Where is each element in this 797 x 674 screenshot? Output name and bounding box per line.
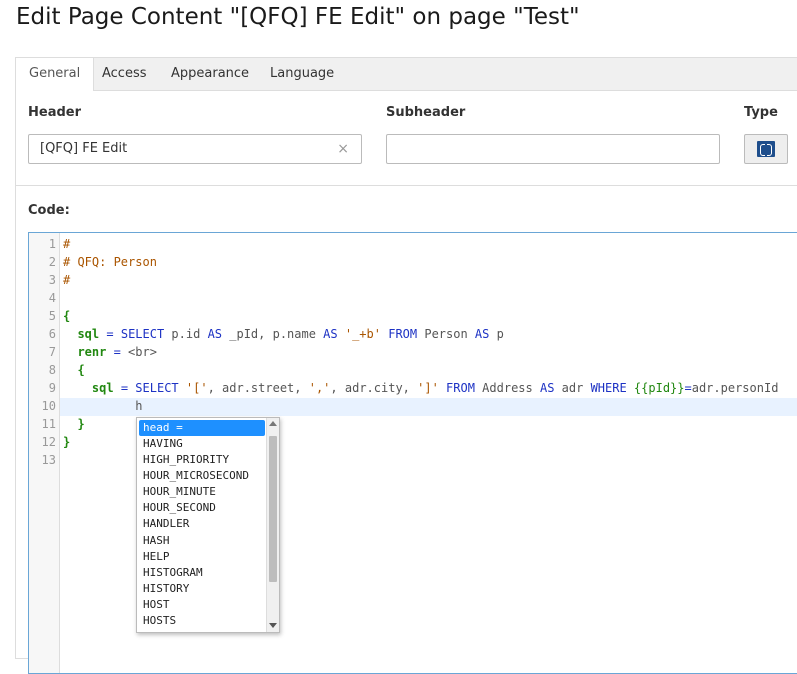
line-number: 2 bbox=[48, 255, 56, 269]
code-line[interactable]: # bbox=[63, 237, 70, 251]
line-number: 13 bbox=[41, 453, 56, 467]
page-title: Edit Page Content "[QFQ] FE Edit" on pag… bbox=[16, 4, 580, 30]
code-line[interactable]: renr = <br> bbox=[63, 345, 157, 359]
header-input-value: [QFQ] FE Edit bbox=[40, 141, 128, 156]
type-label: Type bbox=[744, 105, 778, 120]
line-number: 6 bbox=[48, 327, 56, 341]
line-number: 5 bbox=[48, 309, 56, 323]
line-number: 10 bbox=[41, 399, 56, 413]
line-number: 11 bbox=[41, 417, 56, 431]
autocomplete-item[interactable]: HOST bbox=[139, 597, 265, 613]
tab-general[interactable]: General bbox=[16, 58, 95, 91]
code-line[interactable]: sql = SELECT '[', adr.street, ',', adr.c… bbox=[63, 381, 779, 395]
autocomplete-item[interactable]: HOUR_MICROSECOND bbox=[139, 468, 265, 484]
active-line-highlight bbox=[60, 398, 797, 416]
scrollbar-thumb[interactable] bbox=[269, 436, 277, 582]
subheader-label: Subheader bbox=[386, 105, 466, 120]
line-number: 12 bbox=[41, 435, 56, 449]
type-select[interactable] bbox=[744, 134, 788, 164]
subheader-input[interactable] bbox=[386, 134, 720, 164]
autocomplete-item[interactable]: HOUR_SECOND bbox=[139, 500, 265, 516]
code-line[interactable]: # QFQ: Person bbox=[63, 255, 157, 269]
code-line[interactable]: # bbox=[63, 273, 70, 287]
scroll-down-icon[interactable] bbox=[269, 623, 277, 628]
autocomplete-scrollbar[interactable] bbox=[266, 418, 279, 632]
scroll-up-icon[interactable] bbox=[269, 421, 277, 426]
qfq-content-type-icon bbox=[757, 141, 775, 157]
tab-bar: General Access Appearance Language bbox=[16, 58, 797, 91]
autocomplete-item[interactable]: HASH bbox=[139, 533, 265, 549]
content-edit-panel: General Access Appearance Language Heade… bbox=[15, 57, 797, 674]
line-number: 7 bbox=[48, 345, 56, 359]
line-number: 9 bbox=[48, 381, 56, 395]
tab-language[interactable]: Language bbox=[257, 58, 347, 90]
divider bbox=[16, 185, 797, 186]
line-number: 8 bbox=[48, 363, 56, 377]
autocomplete-item[interactable]: HANDLER bbox=[139, 516, 265, 532]
code-label: Code: bbox=[28, 203, 70, 218]
code-line[interactable]: { bbox=[63, 309, 70, 323]
code-line[interactable]: sql = SELECT p.id AS _pId, p.name AS '_+… bbox=[63, 327, 503, 341]
code-line[interactable]: } bbox=[63, 435, 70, 449]
tab-appearance[interactable]: Appearance bbox=[158, 58, 262, 90]
line-number: 1 bbox=[48, 237, 56, 251]
autocomplete-item[interactable]: HOSTS bbox=[139, 613, 265, 629]
code-line[interactable]: } bbox=[63, 417, 84, 431]
autocomplete-item[interactable]: HOUR_MINUTE bbox=[139, 484, 265, 500]
tab-access[interactable]: Access bbox=[89, 58, 160, 90]
header-input[interactable]: [QFQ] FE Edit × bbox=[28, 134, 362, 164]
autocomplete-item[interactable]: HIGH_PRIORITY bbox=[139, 452, 265, 468]
autocomplete-dropdown[interactable]: head = HAVING HIGH_PRIORITY HOUR_MICROSE… bbox=[136, 417, 280, 633]
code-line[interactable]: h bbox=[63, 399, 142, 413]
autocomplete-item[interactable]: HISTORY bbox=[139, 581, 265, 597]
line-number: 3 bbox=[48, 273, 56, 287]
line-number: 4 bbox=[48, 291, 56, 305]
autocomplete-item-selected[interactable]: head = bbox=[139, 420, 265, 436]
autocomplete-item[interactable]: HAVING bbox=[139, 436, 265, 452]
header-label: Header bbox=[28, 105, 82, 120]
autocomplete-item[interactable]: HISTOGRAM bbox=[139, 565, 265, 581]
autocomplete-item[interactable]: HELP bbox=[139, 549, 265, 565]
code-line[interactable]: { bbox=[63, 363, 84, 377]
clear-icon[interactable]: × bbox=[337, 135, 349, 163]
